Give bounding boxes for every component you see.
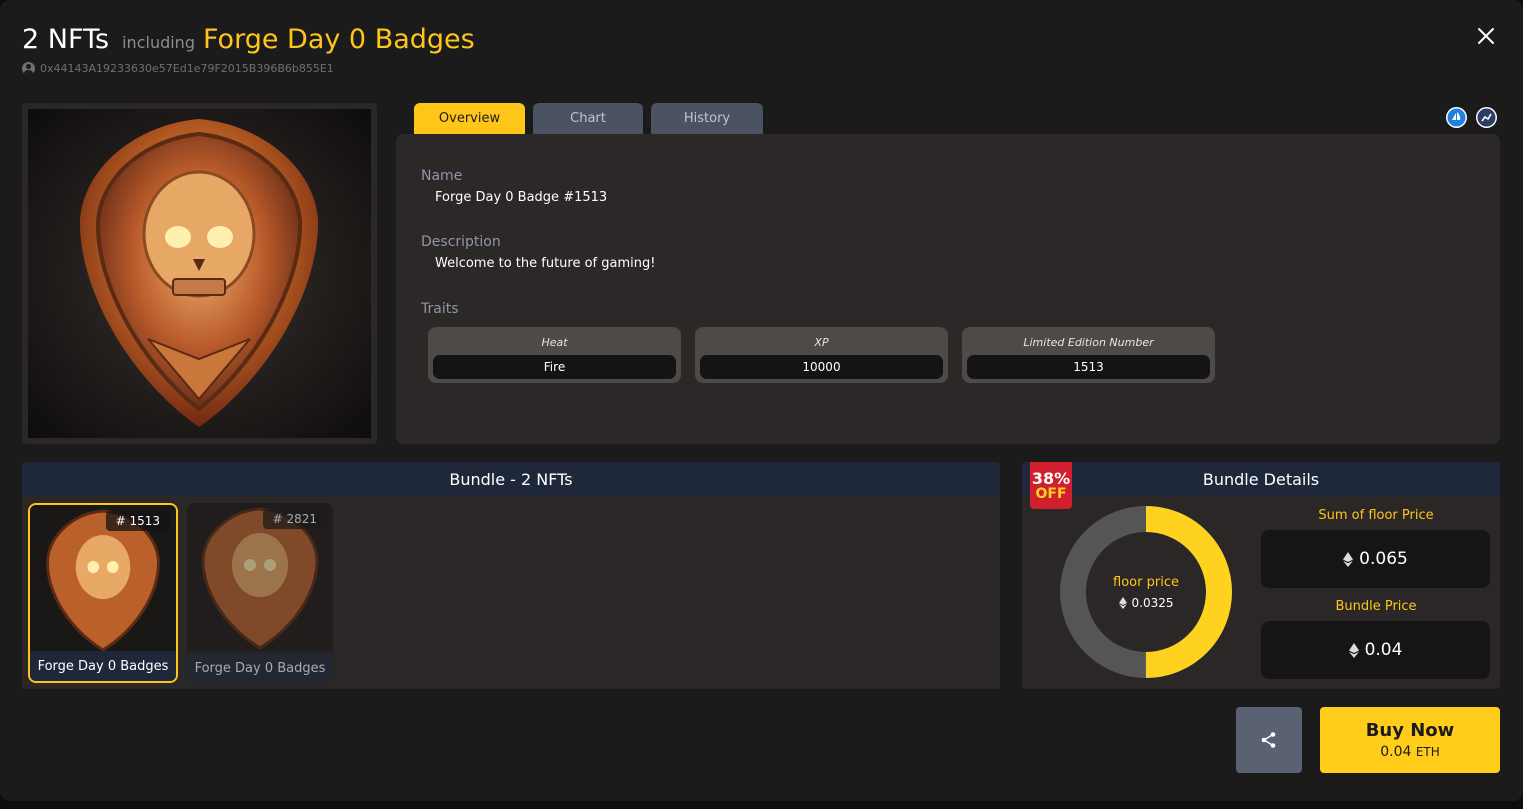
bundle-price-value: 0.04 — [1364, 640, 1403, 660]
floor-price-label: floor price — [1113, 574, 1179, 590]
share-button[interactable] — [1236, 707, 1302, 773]
tab-chart[interactable]: Chart — [533, 103, 643, 134]
nft-count: 2 NFTs — [22, 24, 110, 55]
bundle-price-box: 0.04 — [1261, 621, 1490, 679]
bundle-title: Bundle - 2 NFTs — [22, 462, 1000, 496]
nft-image — [22, 103, 377, 444]
buy-now-button[interactable]: Buy Now 0.04 ETH — [1320, 707, 1500, 773]
sum-floor-label: Sum of floor Price — [1318, 508, 1434, 523]
buy-price-value: 0.04 — [1380, 744, 1412, 760]
nft-bundle-modal: 2 NFTs including Forge Day 0 Badges 0x44… — [0, 0, 1523, 801]
name-value: Forge Day 0 Badge #1513 — [435, 190, 608, 205]
buy-now-label: Buy Now — [1365, 720, 1455, 741]
buy-price-currency: ETH — [1415, 745, 1440, 759]
traits-label: Traits — [421, 301, 459, 317]
bundle-item-number: # 1513 — [105, 511, 170, 531]
share-icon — [1261, 732, 1276, 748]
trait-card: Heat Fire — [428, 327, 681, 383]
user-icon — [22, 62, 35, 75]
bundle-item[interactable]: # 2821 Forge Day 0 Badges — [187, 503, 333, 683]
sum-floor-box: 0.065 — [1261, 530, 1490, 588]
opensea-icon[interactable] — [1446, 107, 1467, 128]
modal-title: 2 NFTs including Forge Day 0 Badges — [22, 24, 475, 55]
description-label: Description — [421, 234, 501, 250]
trait-name: XP — [814, 336, 829, 349]
name-label: Name — [421, 168, 463, 184]
buy-now-price: 0.04 ETH — [1380, 744, 1440, 760]
bundle-panel: Bundle - 2 NFTs # 1513 Forge Day 0 Badge… — [22, 462, 1000, 689]
bundle-details-title: Bundle Details — [1022, 462, 1500, 496]
eth-icon — [1343, 551, 1354, 567]
bundle-item[interactable]: # 1513 Forge Day 0 Badges — [28, 503, 178, 683]
trait-name: Limited Edition Number — [1023, 336, 1154, 349]
eth-icon — [1348, 642, 1359, 658]
discount-word: OFF — [1035, 485, 1067, 502]
including-label: including — [122, 33, 195, 52]
overview-panel: Name Forge Day 0 Badge #1513 Description… — [396, 134, 1500, 444]
discount-badge: 38% OFF — [1030, 462, 1072, 509]
floor-price-value-row: 0.0325 — [1118, 595, 1174, 610]
bundle-item-number: # 2821 — [262, 509, 327, 529]
bundle-details-panel: Bundle Details 38% OFF floor price 0.032… — [1022, 462, 1500, 689]
trait-card: Limited Edition Number 1513 — [962, 327, 1215, 383]
bundle-price-label: Bundle Price — [1335, 599, 1417, 614]
discount-percent: 38% — [1031, 468, 1071, 488]
detail-tabs: Overview Chart History — [414, 103, 763, 134]
tab-overview[interactable]: Overview — [414, 103, 525, 134]
owner-address[interactable]: 0x44143A19233630e57Ed1e79F2015B396B6b855… — [40, 62, 334, 75]
marketplace-links — [1446, 107, 1497, 128]
floor-price-value: 0.0325 — [1131, 595, 1174, 610]
tab-history[interactable]: History — [651, 103, 763, 134]
trait-name: Heat — [541, 336, 568, 349]
trait-value: 1513 — [967, 355, 1210, 379]
trait-value: Fire — [433, 355, 676, 379]
sum-floor-value: 0.065 — [1359, 549, 1408, 569]
chart-link-icon[interactable] — [1476, 107, 1497, 128]
owner-row: 0x44143A19233630e57Ed1e79F2015B396B6b855… — [22, 62, 334, 75]
trait-card: XP 10000 — [695, 327, 948, 383]
bundle-item-name: Forge Day 0 Badges — [187, 653, 333, 683]
badge-artwork — [28, 109, 371, 438]
donut-center: floor price 0.0325 — [1060, 506, 1232, 678]
description-value: Welcome to the future of gaming! — [435, 256, 656, 271]
collection-name[interactable]: Forge Day 0 Badges — [203, 24, 475, 55]
trait-value: 10000 — [700, 355, 943, 379]
eth-icon — [1118, 596, 1127, 609]
bundle-item-name: Forge Day 0 Badges — [30, 651, 176, 681]
close-icon[interactable] — [1474, 24, 1498, 48]
